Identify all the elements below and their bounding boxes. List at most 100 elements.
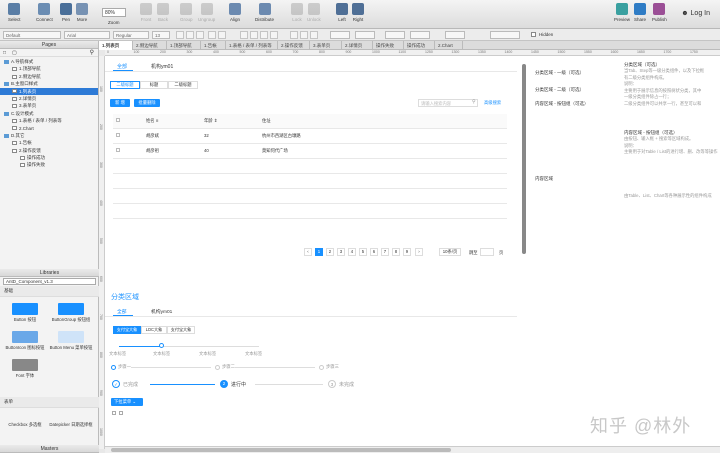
y-field[interactable] [355,31,375,39]
align-left-button[interactable] [250,31,258,39]
section-tab-org[interactable]: 机构ym01 [151,308,172,315]
frame-scrollbar[interactable] [522,64,526,254]
left-pane-toggle[interactable]: Left [336,3,348,22]
select-all-checkbox[interactable] [116,118,120,123]
row-checkbox-cell[interactable] [113,143,143,159]
bold-button[interactable] [176,31,184,39]
page-tree-item[interactable]: 2.操作反馈 [0,147,98,154]
valign-top-button[interactable] [290,31,298,39]
page-tab[interactable]: 操作成功 [404,41,435,50]
segment-1[interactable]: 二级标题 [110,81,140,89]
page-tab[interactable]: 1.告帐 [201,41,226,50]
valign-bottom-button[interactable] [310,31,318,39]
table-row[interactable]: 胡彦祖 40 莫知何代广场 [113,143,507,159]
page-number[interactable]: 8 [392,248,400,256]
dropdown-button[interactable]: 下拉菜单 ⌄ [111,398,143,406]
page-tree-item[interactable]: B.主窗口样式 [0,80,98,87]
filter-icon[interactable]: ≡ [156,118,159,123]
page-tab[interactable]: 2.详情页 [342,41,373,50]
row-checkbox[interactable] [116,133,120,137]
seg2-1[interactable]: 支付宝大象 [113,326,141,334]
row-checkbox-cell[interactable] [113,128,143,144]
library-widget[interactable]: Font 字体 [2,359,48,379]
align-right-button[interactable] [270,31,278,39]
search-icon[interactable]: ⚲ [90,49,94,56]
back-button[interactable]: Back [157,3,169,22]
page-tab[interactable]: 3.表单页 [310,41,342,50]
page-tab[interactable]: 2.操作反馈 [278,41,310,50]
page-number[interactable]: 9 [403,248,411,256]
canvas-tab-org[interactable]: 机构ym01 [151,63,173,70]
page-tree-item[interactable]: 2.侧边导航 [0,73,98,80]
segment-3[interactable]: 二级标题 [168,81,198,89]
add-page-icon[interactable]: □ [3,50,6,56]
hscroll-thumb[interactable] [111,448,451,452]
jump-input[interactable] [480,248,494,256]
slider-handle[interactable] [159,343,164,348]
login-button[interactable]: ☻ Log In [681,10,710,17]
page-tab[interactable]: 1.顶部导航 [167,41,201,50]
size-select[interactable]: 13 [152,31,170,39]
page-tree-item[interactable]: 2.详情页 [0,95,98,102]
hidden-checkbox[interactable] [531,32,536,37]
right-pane-toggle[interactable]: Right [352,3,364,22]
align-button[interactable]: Align [229,3,241,22]
table-row[interactable]: 胡彦斌 32 杭州市西湖区古墩路 [113,128,507,144]
font-select[interactable]: Arial [64,31,110,39]
batch-delete-button[interactable]: 批量删除 [134,99,160,107]
page-tab[interactable]: 2.Chart [435,41,463,50]
page-tab[interactable]: 2.侧边导航 [133,41,167,50]
page-tree-item[interactable]: 操作成功 [0,154,98,161]
text-color-button[interactable] [208,31,216,39]
fill-color-button[interactable] [218,31,226,39]
italic-button[interactable] [186,31,194,39]
page-number[interactable]: 7 [381,248,389,256]
page-tree-item[interactable]: 1.告帐 [0,139,98,146]
segment-2[interactable]: 标题 [140,81,168,89]
next-page-icon[interactable]: › [415,248,423,256]
header-name[interactable]: 姓名 ≡ [143,114,201,129]
page-tree-item[interactable]: 3.表单页 [0,102,98,109]
widget-checkbox[interactable]: Checkbox 多选框 [2,422,48,428]
section-tab-all[interactable]: 全部 [117,308,127,315]
sort-icon[interactable]: ⇕ [214,118,218,123]
page-tab[interactable]: 操作失败 [373,41,404,50]
page-tree-item[interactable]: A.导航样式 [0,58,98,65]
canvas-tab-all[interactable]: 全部 [117,63,127,70]
library-widget[interactable]: ButtonIcon 图标按钮 [2,331,48,351]
library-widget[interactable]: ButtonGroup 按钮组 [48,303,94,323]
advanced-search-link[interactable]: 高级搜索 [484,100,501,106]
pen-tool[interactable]: Pen [60,3,72,22]
page-tab[interactable]: 1.列表页 [99,41,133,50]
add-button[interactable]: 新 增 [110,99,130,107]
weight-select[interactable]: Regular [113,31,149,39]
page-number[interactable]: 3 [337,248,345,256]
page-tree-item[interactable]: 2.Chart [0,125,98,132]
widget-datepicker[interactable]: Datepicker 日期选择框 [48,422,94,428]
page-tree-item[interactable]: 1.顶部导航 [0,65,98,72]
row-checkbox[interactable] [116,148,120,152]
valign-mid-button[interactable] [300,31,308,39]
page-size-select[interactable]: 10条/页 [439,248,461,256]
page-number[interactable]: 5 [359,248,367,256]
preview-button[interactable]: Preview [614,3,630,22]
library-widget[interactable]: Button 按钮 [2,303,48,323]
zoom-select[interactable]: 80% [102,8,126,17]
search-input[interactable]: 请输入搜索内容 [418,99,478,107]
page-tree-item[interactable]: 1.表格 / 表单 / 列表等 [0,117,98,124]
page-tab[interactable]: 1.表格 / 表单 / 列表等 [226,41,278,50]
add-folder-icon[interactable]: ▢ [12,50,17,56]
seg2-3[interactable]: 支付宝大象 [167,326,195,334]
page-tree-item[interactable]: C.设计模式 [0,110,98,117]
page-tree-item[interactable]: 操作失败 [0,161,98,168]
header-age[interactable]: 年龄 ⇕ [201,114,259,129]
page-number[interactable]: 6 [370,248,378,256]
library-widget[interactable]: Button Menu 菜单按钮 [48,331,94,351]
publish-button[interactable]: Publish [652,3,667,22]
page-number[interactable]: 1 [315,248,323,256]
ungroup-button[interactable]: Ungroup [198,3,215,22]
lock-button[interactable]: Lock [291,3,303,22]
seg2-2[interactable]: LDC大象 [141,326,167,334]
style-select[interactable]: Default [3,31,61,39]
distribute-button[interactable]: Distribute [255,3,274,22]
